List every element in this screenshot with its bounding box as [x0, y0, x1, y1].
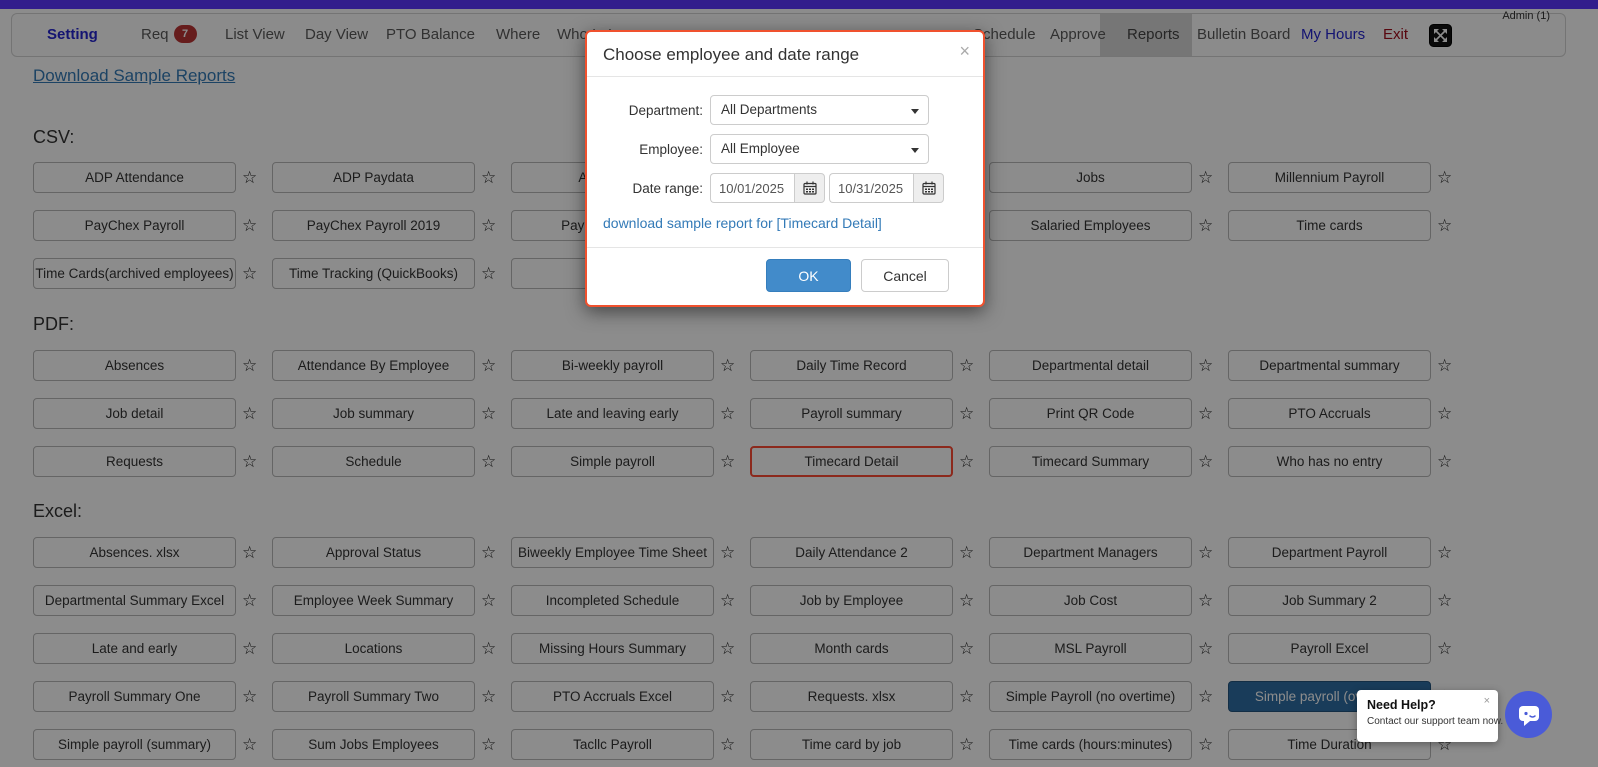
- need-help-popup: Need Help? Contact our support team now.…: [1357, 690, 1498, 742]
- date-from-group: [710, 173, 825, 203]
- calendar-icon[interactable]: [913, 173, 944, 203]
- dialog-title: Choose employee and date range: [603, 45, 859, 64]
- close-icon[interactable]: ×: [1484, 695, 1490, 707]
- date-range-label: Date range:: [603, 181, 703, 196]
- department-select[interactable]: All Departments: [710, 95, 929, 125]
- dialog-footer: OK Cancel: [587, 247, 983, 305]
- chat-icon: [1516, 703, 1542, 727]
- close-icon[interactable]: ×: [959, 42, 970, 60]
- department-select-value: All Departments: [721, 102, 817, 117]
- reports-page: Admin (1) Setting Req7 List View Day Vie…: [0, 0, 1598, 767]
- dialog-header: Choose employee and date range ×: [587, 32, 983, 77]
- date-to-group: [829, 173, 944, 203]
- download-sample-report-link[interactable]: download sample report for [Timecard Det…: [603, 215, 882, 231]
- department-label: Department:: [603, 103, 703, 118]
- support-chat-bubble[interactable]: [1505, 691, 1552, 738]
- need-help-title: Need Help?: [1367, 698, 1488, 712]
- top-brand-strip: [0, 0, 1598, 9]
- date-to-input[interactable]: [829, 173, 913, 203]
- calendar-icon[interactable]: [794, 173, 825, 203]
- choose-employee-date-range-dialog: Choose employee and date range × Departm…: [585, 30, 985, 307]
- cancel-button[interactable]: Cancel: [861, 259, 949, 292]
- ok-button[interactable]: OK: [766, 259, 851, 292]
- employee-select-value: All Employee: [721, 141, 800, 156]
- chevron-down-icon: [911, 148, 919, 153]
- employee-label: Employee:: [603, 142, 703, 157]
- dialog-body: Department: All Departments Employee: Al…: [587, 77, 983, 247]
- need-help-subtitle: Contact our support team now.: [1367, 716, 1488, 727]
- chevron-down-icon: [911, 109, 919, 114]
- employee-select[interactable]: All Employee: [710, 134, 929, 164]
- date-from-input[interactable]: [710, 173, 794, 203]
